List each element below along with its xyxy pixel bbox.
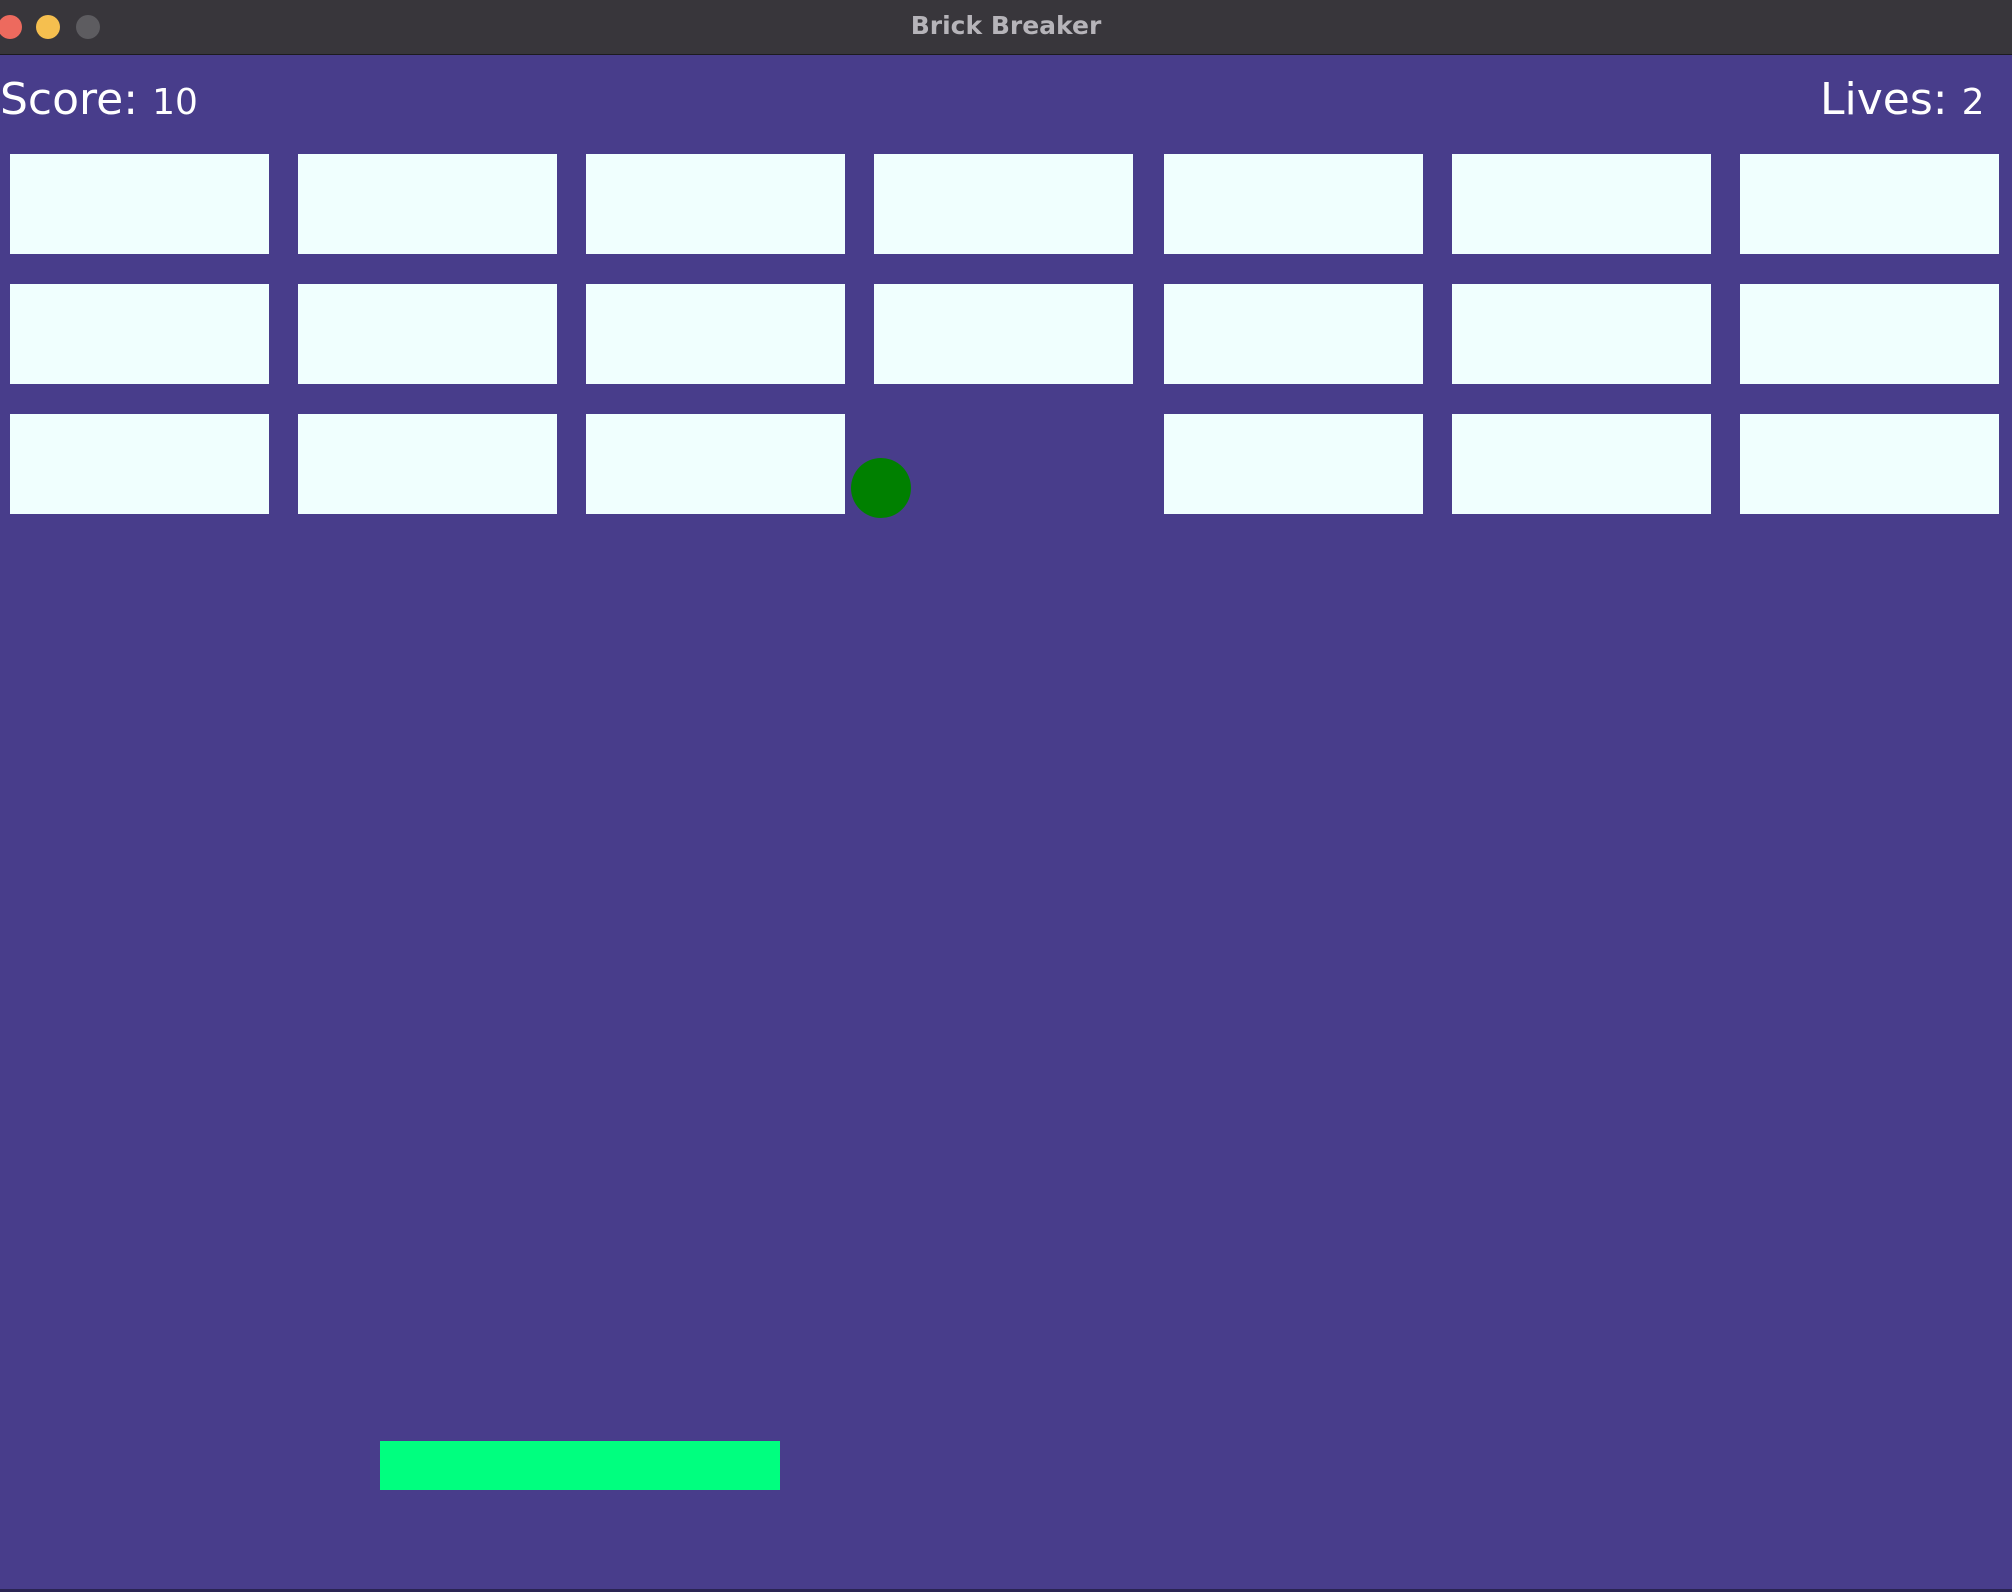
- window-title: Brick Breaker: [910, 11, 1102, 40]
- game-window: Brick Breaker Score: 10 Lives: 2: [0, 0, 2012, 1592]
- brick: [874, 154, 1133, 254]
- brick: [874, 284, 1133, 384]
- brick: [10, 414, 269, 514]
- brick: [1452, 154, 1711, 254]
- brick: [298, 284, 557, 384]
- brick: [586, 414, 845, 514]
- brick: [586, 284, 845, 384]
- lives-label: Lives:: [1820, 74, 1948, 125]
- brick: [10, 154, 269, 254]
- game-canvas[interactable]: Score: 10 Lives: 2: [0, 55, 2012, 1589]
- brick: [10, 284, 269, 384]
- title-bar: Brick Breaker: [0, 0, 2012, 55]
- brick: [1740, 154, 1999, 254]
- score-label: Score:: [0, 74, 139, 125]
- lives-value: 2: [1961, 82, 1985, 123]
- ball: [851, 458, 911, 518]
- score-value: 10: [152, 82, 198, 123]
- score-display: Score: 10: [0, 69, 198, 134]
- brick: [1164, 414, 1423, 514]
- brick: [1164, 154, 1423, 254]
- brick: [1740, 414, 1999, 514]
- brick: [298, 414, 557, 514]
- brick: [1740, 284, 1999, 384]
- brick: [586, 154, 845, 254]
- lives-display: Lives: 2: [1820, 69, 1985, 134]
- brick: [1164, 284, 1423, 384]
- paddle[interactable]: [380, 1441, 780, 1490]
- brick: [1452, 414, 1711, 514]
- brick: [1452, 284, 1711, 384]
- brick: [298, 154, 557, 254]
